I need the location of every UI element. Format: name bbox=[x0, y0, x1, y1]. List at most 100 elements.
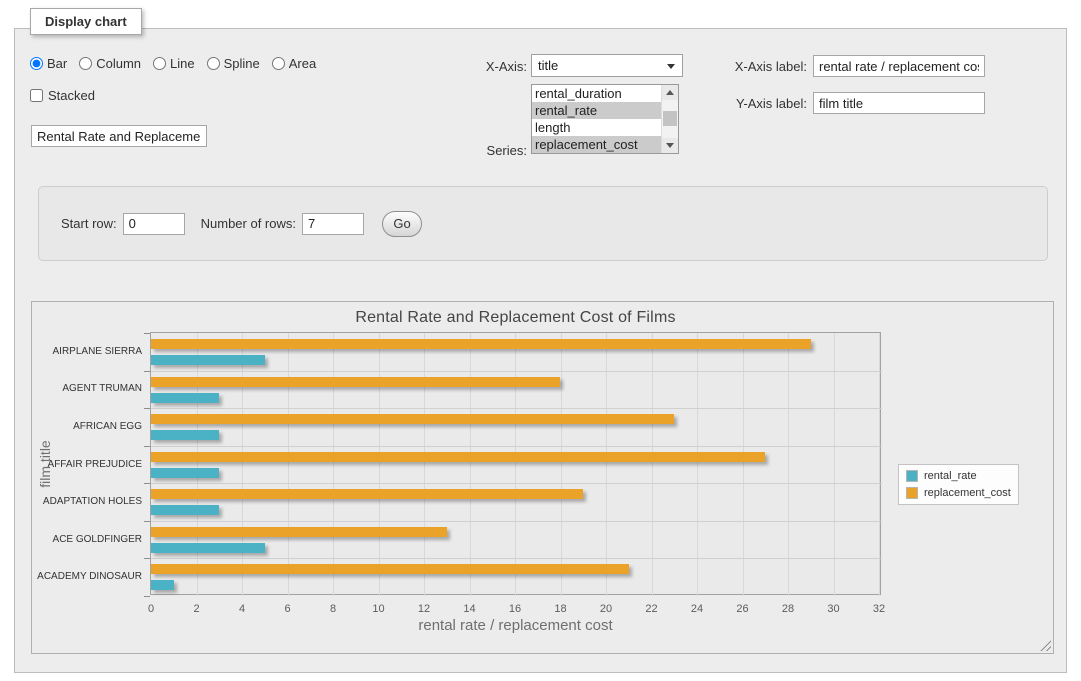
resize-handle-icon[interactable] bbox=[1040, 640, 1051, 651]
bar-rental_rate bbox=[151, 355, 265, 365]
chart-x-axis-label: rental rate / replacement cost bbox=[150, 617, 881, 634]
series-option-length[interactable]: length bbox=[532, 119, 661, 136]
x-tick-label: 16 bbox=[500, 603, 530, 615]
series-option-replacement_cost[interactable]: replacement_cost bbox=[532, 136, 661, 153]
gridline-horizontal bbox=[151, 371, 882, 372]
chart-y-axis-label: film title bbox=[37, 399, 53, 529]
x-tick-label: 20 bbox=[591, 603, 621, 615]
bar-rental_rate bbox=[151, 393, 219, 403]
x-axis-select-value: title bbox=[538, 58, 558, 73]
x-tick-label: 24 bbox=[682, 603, 712, 615]
gridline-vertical bbox=[652, 333, 653, 596]
radio-column[interactable] bbox=[79, 57, 92, 70]
bar-rental_rate bbox=[151, 543, 265, 553]
gridline-vertical bbox=[333, 333, 334, 596]
scrollbar-track[interactable] bbox=[662, 100, 678, 138]
bar-rental_rate bbox=[151, 580, 174, 590]
bar-replacement_cost bbox=[151, 527, 447, 537]
y-axis-label-input[interactable] bbox=[813, 92, 985, 114]
series-listbox-scrollbar[interactable] bbox=[661, 85, 678, 153]
x-axis-label-input[interactable] bbox=[813, 55, 985, 77]
chart-type-option-column[interactable]: Column bbox=[79, 56, 141, 71]
radio-bar[interactable] bbox=[30, 57, 43, 70]
go-button[interactable]: Go bbox=[382, 211, 422, 237]
radio-label: Line bbox=[170, 56, 195, 71]
legend-item-replacement_cost: replacement_cost bbox=[906, 487, 1011, 499]
bar-replacement_cost bbox=[151, 339, 811, 349]
x-axis-select[interactable]: title bbox=[531, 54, 683, 77]
arrow-up-icon bbox=[666, 90, 674, 95]
radio-label: Area bbox=[289, 56, 316, 71]
bar-replacement_cost bbox=[151, 489, 583, 499]
radio-line[interactable] bbox=[153, 57, 166, 70]
gridline-vertical bbox=[788, 333, 789, 596]
y-axis-tick bbox=[144, 558, 150, 559]
chart-type-option-spline[interactable]: Spline bbox=[207, 56, 260, 71]
bar-rental_rate bbox=[151, 430, 219, 440]
x-tick-label: 8 bbox=[318, 603, 348, 615]
series-option-rental_duration[interactable]: rental_duration bbox=[532, 85, 661, 102]
gridline-horizontal bbox=[151, 521, 882, 522]
start-row-input[interactable] bbox=[123, 213, 185, 235]
gridline-vertical bbox=[515, 333, 516, 596]
chart-legend: rental_rate replacement_cost bbox=[898, 464, 1019, 505]
gridline-vertical bbox=[470, 333, 471, 596]
scroll-up-button[interactable] bbox=[662, 85, 678, 100]
series-option-rental_rate[interactable]: rental_rate bbox=[532, 102, 661, 119]
x-tick-label: 6 bbox=[273, 603, 303, 615]
x-tick-label: 22 bbox=[637, 603, 667, 615]
gridline-horizontal bbox=[151, 558, 882, 559]
stacked-checkbox[interactable] bbox=[30, 89, 43, 102]
gridline-vertical bbox=[379, 333, 380, 596]
x-tick-label: 12 bbox=[409, 603, 439, 615]
display-chart-panel: BarColumnLineSplineArea Stacked X-Axis: … bbox=[14, 28, 1067, 673]
rows-panel: Start row: Number of rows: Go bbox=[38, 186, 1048, 261]
y-axis-tick bbox=[144, 521, 150, 522]
chart-container: Rental Rate and Replacement Cost of Film… bbox=[31, 301, 1054, 654]
bar-replacement_cost bbox=[151, 414, 674, 424]
number-of-rows-input[interactable] bbox=[302, 213, 364, 235]
series-select-label: Series: bbox=[415, 143, 527, 158]
y-axis-tick bbox=[144, 596, 150, 597]
category-label: AGENT TRUMAN bbox=[36, 383, 142, 394]
scroll-down-button[interactable] bbox=[662, 138, 678, 153]
series-listbox[interactable]: rental_durationrental_ratelengthreplacem… bbox=[531, 84, 679, 154]
stacked-checkbox-row[interactable]: Stacked bbox=[30, 88, 95, 103]
start-row-label: Start row: bbox=[61, 216, 117, 231]
gridline-vertical bbox=[424, 333, 425, 596]
gridline-vertical bbox=[834, 333, 835, 596]
radio-spline[interactable] bbox=[207, 57, 220, 70]
chart-type-radio-group: Bar Column Line Spline Area bbox=[30, 56, 316, 71]
x-tick-label: 18 bbox=[546, 603, 576, 615]
gridline-vertical bbox=[197, 333, 198, 596]
chart-type-option-line[interactable]: Line bbox=[153, 56, 195, 71]
legend-swatch-rental_rate bbox=[906, 470, 918, 482]
gridline-vertical bbox=[288, 333, 289, 596]
category-label: AIRPLANE SIERRA bbox=[36, 346, 142, 357]
chart-title: Rental Rate and Replacement Cost of Film… bbox=[150, 309, 881, 327]
x-tick-label: 0 bbox=[136, 603, 166, 615]
legend-swatch-replacement_cost bbox=[906, 487, 918, 499]
radio-label: Bar bbox=[47, 56, 67, 71]
gridline-vertical bbox=[697, 333, 698, 596]
category-label: ACE GOLDFINGER bbox=[36, 534, 142, 545]
chart-type-option-area[interactable]: Area bbox=[272, 56, 316, 71]
panel-legend: Display chart bbox=[30, 8, 142, 35]
x-tick-label: 26 bbox=[728, 603, 758, 615]
arrow-down-icon bbox=[666, 143, 674, 148]
bar-replacement_cost bbox=[151, 564, 629, 574]
chart-type-option-bar[interactable]: Bar bbox=[30, 56, 67, 71]
bar-rental_rate bbox=[151, 505, 219, 515]
legend-item-rental_rate: rental_rate bbox=[906, 470, 1011, 482]
x-tick-label: 2 bbox=[182, 603, 212, 615]
gridline-horizontal bbox=[151, 483, 882, 484]
x-axis-select-label: X-Axis: bbox=[415, 59, 527, 74]
bar-replacement_cost bbox=[151, 452, 765, 462]
chart-title-input[interactable] bbox=[31, 125, 207, 147]
stacked-label: Stacked bbox=[48, 88, 95, 103]
radio-area[interactable] bbox=[272, 57, 285, 70]
scrollbar-thumb[interactable] bbox=[663, 111, 677, 126]
number-of-rows-label: Number of rows: bbox=[201, 216, 296, 231]
gridline-horizontal bbox=[151, 446, 882, 447]
category-label: ACADEMY DINOSAUR bbox=[36, 571, 142, 582]
